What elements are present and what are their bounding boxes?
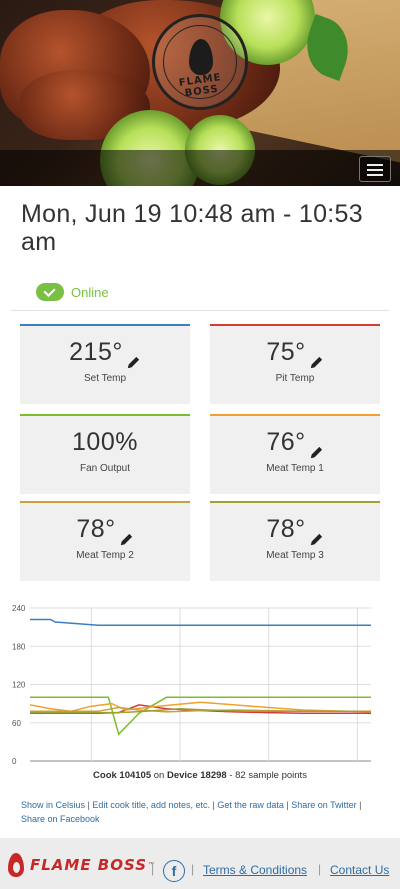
device-id: 18298 — [200, 770, 227, 781]
y-tick-label: 0 — [12, 757, 17, 766]
contact-link[interactable]: Contact Us — [330, 863, 389, 877]
cook-id: 104105 — [119, 770, 152, 781]
tile-meat-temp-2[interactable]: 78° Meat Temp 2 — [20, 501, 190, 581]
hamburger-menu-icon[interactable] — [359, 156, 391, 182]
cook-label: Cook — [93, 770, 117, 781]
tile-set-temp[interactable]: 215° Set Temp — [20, 324, 190, 404]
y-tick-label: 120 — [12, 681, 26, 690]
divider — [10, 310, 390, 311]
tile-fan-output: 100% Fan Output — [20, 414, 190, 494]
tile-label: Pit Temp — [275, 373, 315, 384]
pencil-icon[interactable] — [119, 525, 134, 545]
tile-value: 78° — [266, 514, 306, 543]
hero-banner: FLAME BOSS — [0, 0, 400, 186]
tile-label: Meat Temp 2 — [76, 550, 134, 561]
status-label: Online — [71, 284, 109, 300]
tile-meat-temp-1[interactable]: 76° Meat Temp 1 — [210, 414, 380, 494]
checkmark-icon — [36, 283, 64, 301]
cook-action-links: Show in Celsius | Edit cook title, add n… — [21, 800, 362, 824]
brand-name: FLAME BOSS — [30, 856, 148, 874]
page-title: Mon, Jun 19 10:48 am - 10:53 am — [21, 200, 363, 256]
share-twitter-link[interactable]: Share on Twitter — [291, 800, 356, 810]
tile-value: 76° — [266, 427, 306, 456]
show-celsius-link[interactable]: Show in Celsius — [21, 800, 85, 810]
tile-label: Meat Temp 3 — [266, 550, 324, 561]
facebook-icon[interactable]: f — [163, 860, 185, 882]
pencil-icon[interactable] — [309, 348, 324, 368]
pencil-icon[interactable] — [309, 438, 324, 458]
terms-link[interactable]: Terms & Conditions — [203, 863, 307, 877]
tile-meat-temp-3[interactable]: 78° Meat Temp 3 — [210, 501, 380, 581]
pencil-icon[interactable] — [126, 348, 141, 368]
device-label: Device — [166, 770, 198, 781]
sample-count: - 82 sample points — [229, 770, 307, 781]
on-text: on — [153, 770, 165, 781]
y-tick-label: 60 — [12, 719, 21, 728]
temperature-chart: 0 60 120 180 240 — [0, 598, 400, 788]
flame-icon — [8, 853, 24, 877]
y-tick-label: 180 — [12, 642, 26, 651]
raw-data-link[interactable]: Get the raw data — [217, 800, 284, 810]
status-indicator: Online — [36, 281, 109, 303]
tile-label: Set Temp — [83, 373, 127, 384]
flame-boss-logo[interactable]: FLAME BOSS — [152, 14, 248, 110]
y-tick-label: 240 — [12, 604, 26, 613]
share-facebook-link[interactable]: Share on Facebook — [21, 814, 100, 824]
tile-label: Meat Temp 1 — [266, 463, 324, 474]
pencil-icon[interactable] — [309, 525, 324, 545]
tile-value: 75° — [266, 337, 306, 366]
footer-logo[interactable]: FLAME BOSS ™ — [8, 851, 154, 879]
edit-cook-link[interactable]: Edit cook title, add notes, etc. — [92, 800, 210, 810]
series-line-0 — [30, 618, 371, 626]
tile-label: Fan Output — [79, 463, 131, 474]
chart-svg: 0 60 120 180 240 — [12, 604, 372, 766]
chart-caption: Cook 104105 on Device 18298 - 82 sample … — [0, 770, 400, 781]
tile-value: 100% — [72, 427, 138, 456]
nav-bar — [0, 150, 400, 186]
tile-pit-temp[interactable]: 75° Pit Temp — [210, 324, 380, 404]
tile-value: 78° — [76, 514, 116, 543]
tile-value: 215° — [69, 337, 123, 366]
